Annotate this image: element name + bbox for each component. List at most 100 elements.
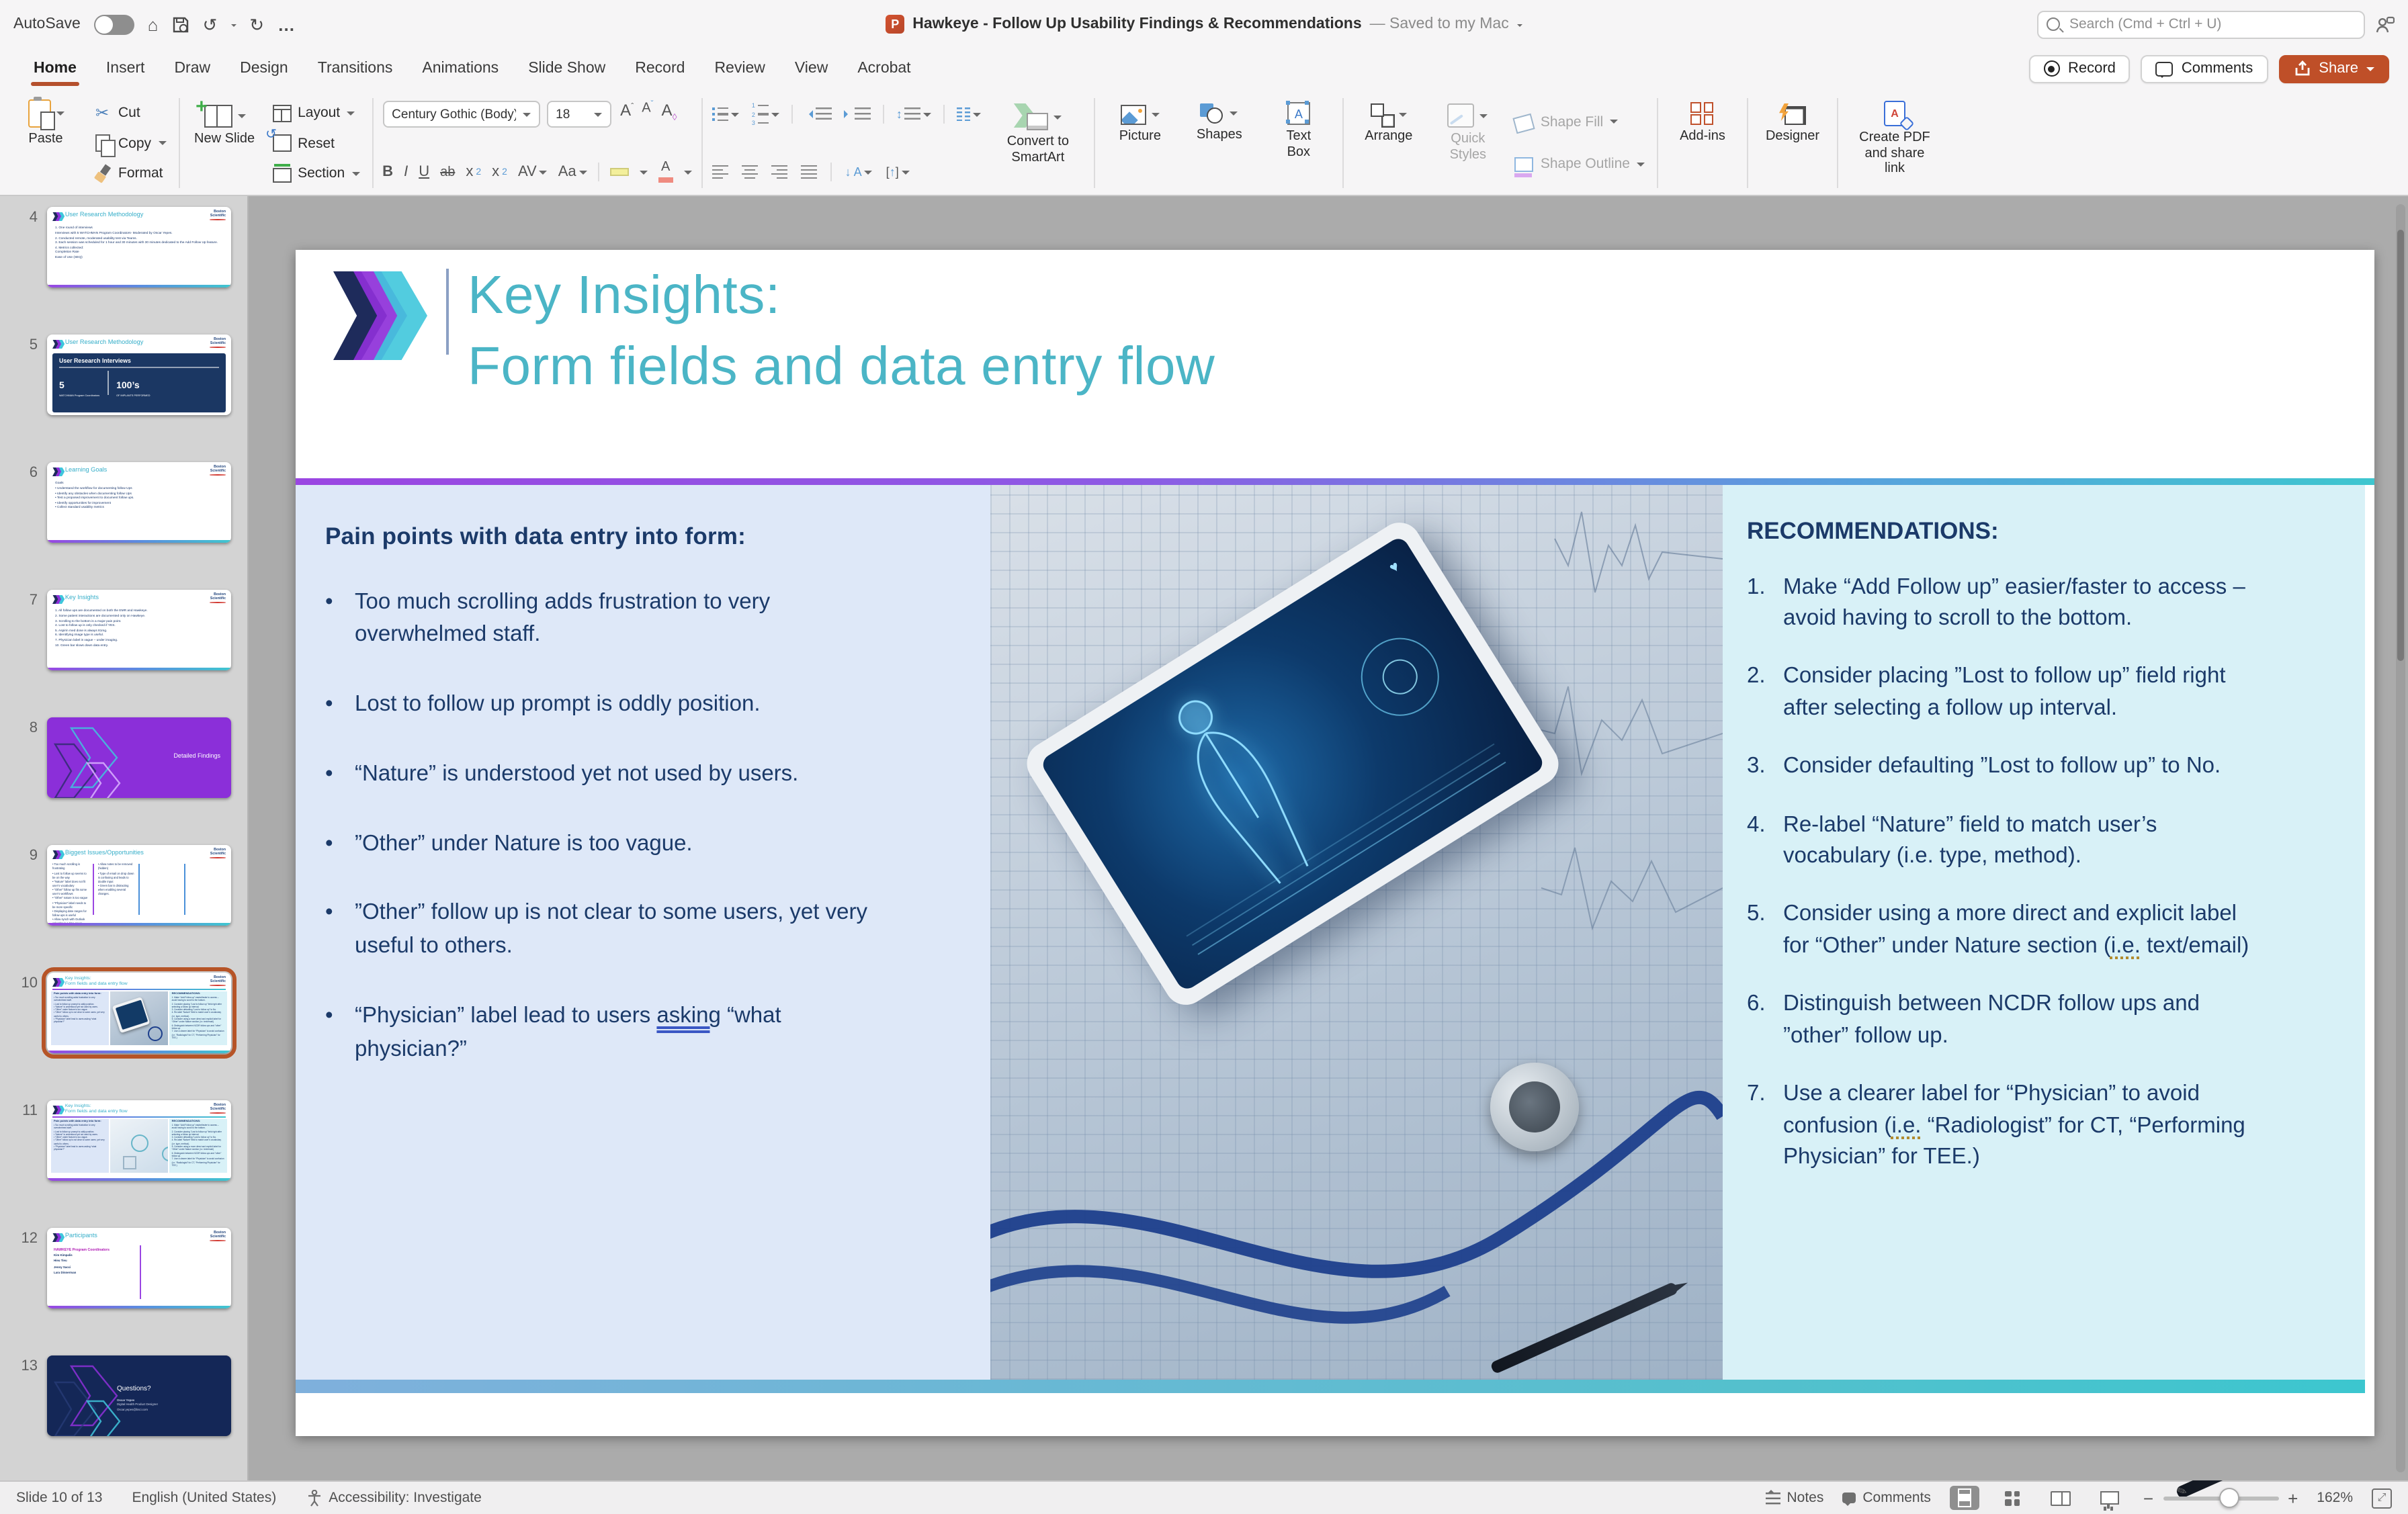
quick-styles-button[interactable]: Quick Styles: [1433, 94, 1503, 192]
tab-acrobat[interactable]: Acrobat: [843, 48, 925, 89]
font-color-chevron-icon[interactable]: [684, 170, 692, 178]
thumbnail-card[interactable]: User Research MethodologyBostonScientifi…: [47, 335, 231, 415]
thumbnail-card[interactable]: Key Insights:Form fields and data entry …: [47, 1100, 231, 1181]
arrange-button[interactable]: Arrange: [1354, 94, 1424, 192]
thumbnail-slide-11[interactable]: 11Key Insights:Form fields and data entr…: [11, 1100, 247, 1181]
tab-transitions[interactable]: Transitions: [303, 48, 408, 89]
decrease-font-button[interactable]: Aˇ: [642, 101, 653, 116]
undo-icon[interactable]: ↺: [202, 15, 217, 33]
tab-view[interactable]: View: [780, 48, 843, 89]
search-input[interactable]: [2067, 15, 2356, 34]
share-button[interactable]: Share: [2278, 54, 2389, 83]
accessibility-status[interactable]: Accessibility: Investigate: [306, 1489, 482, 1507]
bold-button[interactable]: B: [382, 164, 393, 180]
decrease-indent-button[interactable]: [805, 107, 832, 122]
tab-draw[interactable]: Draw: [159, 48, 225, 89]
tab-insert[interactable]: Insert: [91, 48, 160, 89]
align-right-button[interactable]: [771, 165, 787, 179]
reading-view-button[interactable]: [2047, 1486, 2076, 1510]
copy-button[interactable]: Copy: [93, 131, 166, 155]
zoom-percentage[interactable]: 162%: [2317, 1490, 2353, 1506]
comments-button[interactable]: Comments: [2141, 54, 2268, 83]
bullets-icon[interactable]: [712, 107, 729, 122]
slide-counter[interactable]: Slide 10 of 13: [16, 1490, 102, 1506]
zoom-in-button[interactable]: +: [2288, 1488, 2298, 1508]
autosave-toggle[interactable]: [94, 14, 134, 34]
thumbnail-slide-9[interactable]: 9Biggest Issues/OpportunitiesBostonScien…: [11, 845, 247, 926]
italic-button[interactable]: I: [404, 164, 408, 180]
align-left-button[interactable]: [712, 165, 728, 179]
columns-button[interactable]: [957, 107, 982, 121]
create-pdf-button[interactable]: A Create PDF and share link: [1848, 94, 1942, 192]
thumbnail-card[interactable]: Key InsightsBostonScientific1. All follo…: [47, 590, 231, 670]
home-icon[interactable]: ⌂: [148, 15, 159, 33]
tab-review[interactable]: Review: [699, 48, 779, 89]
add-ins-button[interactable]: Add-ins: [1668, 94, 1737, 192]
line-spacing-button[interactable]: ↕: [896, 107, 932, 122]
zoom-slider-knob[interactable]: [2220, 1488, 2240, 1508]
align-text-button[interactable]: [↑]: [886, 165, 910, 179]
shapes-button[interactable]: Shapes: [1185, 94, 1254, 192]
font-color-button[interactable]: A: [658, 162, 673, 183]
slide-sorter-button[interactable]: [1998, 1486, 2028, 1510]
search-field[interactable]: [2037, 10, 2365, 38]
thumbnail-card[interactable]: Key Insights:Form fields and data entry …: [47, 973, 231, 1053]
slideshow-button[interactable]: [2095, 1486, 2124, 1510]
numbering-chevron-icon[interactable]: [771, 112, 779, 120]
cut-button[interactable]: ✂Cut: [93, 101, 166, 125]
increase-indent-button[interactable]: [844, 107, 871, 122]
bullets-chevron-icon[interactable]: [732, 112, 740, 120]
thumbnail-card[interactable]: Biggest Issues/OpportunitiesBostonScient…: [47, 845, 231, 926]
slide-10[interactable]: Key Insights: Form fields and data entry…: [296, 250, 2374, 1436]
shape-outline-button[interactable]: Shape Outline: [1515, 152, 1645, 177]
tab-record[interactable]: Record: [620, 48, 699, 89]
slide-thumbnail-panel[interactable]: 4User Research MethodologyBostonScientif…: [0, 196, 249, 1480]
superscript-button[interactable]: x2: [466, 164, 481, 180]
thumbnail-card[interactable]: User Research MethodologyBostonScientifi…: [47, 207, 231, 287]
change-case-button[interactable]: Aa: [558, 164, 587, 180]
thumbnail-slide-5[interactable]: 5User Research MethodologyBostonScientif…: [11, 335, 247, 415]
notes-button[interactable]: Notes: [1766, 1490, 1824, 1506]
reset-button[interactable]: Reset: [272, 131, 359, 155]
thumbnail-card[interactable]: Detailed Findings: [47, 717, 231, 798]
slide-title-block[interactable]: Key Insights: Form fields and data entry…: [296, 250, 2374, 478]
convert-to-smartart-button[interactable]: Convert to SmartArt: [991, 94, 1085, 192]
thumbnail-card[interactable]: Questions?Oscar YepesDigital Health Prod…: [47, 1355, 231, 1436]
statusbar-comments-button[interactable]: Comments: [1842, 1490, 1931, 1506]
thumbnail-slide-7[interactable]: 7Key InsightsBostonScientific1. All foll…: [11, 590, 247, 670]
tab-design[interactable]: Design: [225, 48, 303, 89]
tab-animations[interactable]: Animations: [407, 48, 513, 89]
font-name-select[interactable]: Century Gothic (Body): [382, 101, 540, 128]
section-button[interactable]: Section: [272, 161, 359, 185]
zoom-slider[interactable]: [2163, 1496, 2278, 1500]
thumbnail-card[interactable]: ParticipantsBostonScientificHAWKEYE Prog…: [47, 1228, 231, 1308]
language-indicator[interactable]: English (United States): [132, 1490, 276, 1506]
tab-home[interactable]: Home: [19, 48, 91, 89]
thumbnail-slide-10[interactable]: 10Key Insights:Form fields and data entr…: [11, 973, 247, 1053]
shape-fill-button[interactable]: Shape Fill: [1515, 110, 1645, 134]
thumbnail-card[interactable]: Learning GoalsBostonScientificGoals• Und…: [47, 462, 231, 543]
undo-dropdown-chevron-icon[interactable]: [230, 24, 236, 29]
title-dropdown-chevron-icon[interactable]: [1517, 24, 1522, 29]
medical-tablet-image[interactable]: ♥: [990, 484, 1723, 1379]
strikethrough-button[interactable]: ab: [440, 165, 455, 179]
recommendations-panel[interactable]: RECOMMENDATIONS: 1.Make “Add Follow up” …: [1723, 484, 2365, 1379]
align-center-button[interactable]: [742, 165, 758, 179]
subscript-button[interactable]: x2: [492, 164, 507, 180]
thumbnail-slide-6[interactable]: 6Learning GoalsBostonScientificGoals• Un…: [11, 462, 247, 543]
justify-button[interactable]: [801, 165, 817, 179]
numbering-icon[interactable]: 123: [752, 103, 769, 126]
thumbnail-slide-4[interactable]: 4User Research MethodologyBostonScientif…: [11, 207, 247, 287]
layout-button[interactable]: Layout: [272, 101, 359, 125]
designer-button[interactable]: Designer: [1758, 94, 1828, 192]
underline-button[interactable]: U: [419, 164, 429, 180]
slide-title[interactable]: Key Insights: Form fields and data entry…: [468, 261, 1215, 404]
thumbnail-slide-13[interactable]: 13Questions?Oscar YepesDigital Health Pr…: [11, 1355, 247, 1436]
tab-slide-show[interactable]: Slide Show: [513, 48, 620, 89]
highlight-chevron-icon[interactable]: [640, 170, 648, 178]
character-spacing-button[interactable]: AV: [518, 164, 548, 180]
more-commands-icon[interactable]: …: [277, 15, 295, 33]
picture-button[interactable]: Picture: [1105, 94, 1175, 192]
normal-view-button[interactable]: [1950, 1486, 1979, 1510]
text-direction-button[interactable]: ↓A: [845, 165, 873, 179]
